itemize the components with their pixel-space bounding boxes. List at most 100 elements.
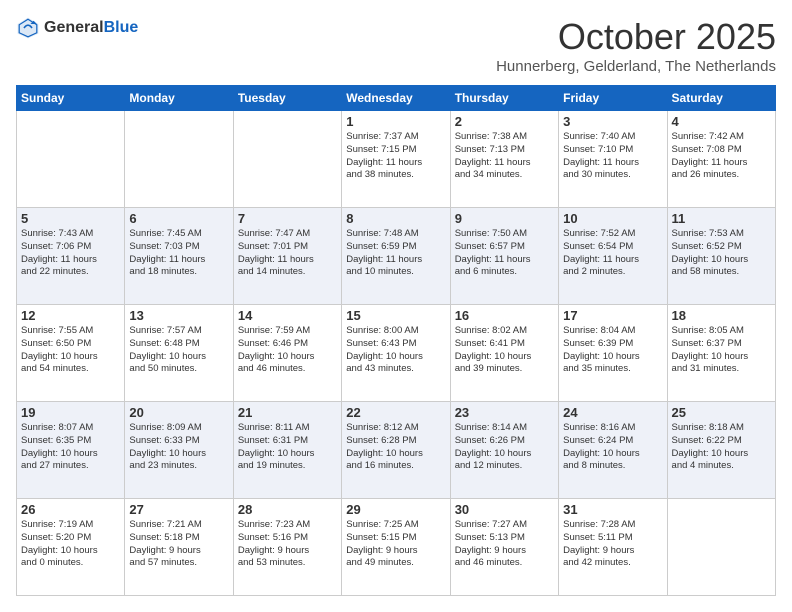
cell-day-number: 12 <box>21 308 120 323</box>
cell-day-info: Sunrise: 8:07 AM Sunset: 6:35 PM Dayligh… <box>21 422 120 473</box>
cell-day-number: 25 <box>672 405 771 420</box>
cell-day-number: 1 <box>346 114 445 129</box>
cell-day-info: Sunrise: 7:23 AM Sunset: 5:16 PM Dayligh… <box>238 519 337 570</box>
location: Hunnerberg, Gelderland, The Netherlands <box>496 58 776 75</box>
table-row: 1 Sunrise: 7:37 AM Sunset: 7:15 PM Daylig… <box>342 111 450 208</box>
cell-day-info: Sunrise: 8:02 AM Sunset: 6:41 PM Dayligh… <box>455 325 554 376</box>
table-row: 5 Sunrise: 7:43 AM Sunset: 7:06 PM Daylig… <box>17 208 125 305</box>
cell-day-info: Sunrise: 7:37 AM Sunset: 7:15 PM Dayligh… <box>346 131 445 182</box>
cell-day-info: Sunrise: 7:42 AM Sunset: 7:08 PM Dayligh… <box>672 131 771 182</box>
calendar-week-row: 1 Sunrise: 7:37 AM Sunset: 7:15 PM Daylig… <box>17 111 776 208</box>
table-row: 30 Sunrise: 7:27 AM Sunset: 5:13 PM Dayli… <box>450 499 558 596</box>
cell-day-info: Sunrise: 7:45 AM Sunset: 7:03 PM Dayligh… <box>129 228 228 279</box>
table-row: 9Sunrise: 7:50 AM Sunset: 6:57 PM Daylig… <box>450 208 558 305</box>
table-row <box>667 499 775 596</box>
cell-day-info: Sunrise: 8:18 AM Sunset: 6:22 PM Dayligh… <box>672 422 771 473</box>
cell-day-info: Sunrise: 7:53 AM Sunset: 6:52 PM Dayligh… <box>672 228 771 279</box>
table-row: 4 Sunrise: 7:42 AM Sunset: 7:08 PM Daylig… <box>667 111 775 208</box>
table-row <box>17 111 125 208</box>
cell-day-number: 22 <box>346 405 445 420</box>
table-row: 14 Sunrise: 7:59 AM Sunset: 6:46 PM Dayli… <box>233 305 341 402</box>
cell-day-number: 3 <box>563 114 662 129</box>
cell-day-info: Sunrise: 7:40 AM Sunset: 7:10 PM Dayligh… <box>563 131 662 182</box>
cell-day-info: Sunrise: 8:05 AM Sunset: 6:37 PM Dayligh… <box>672 325 771 376</box>
cell-day-info: Sunrise: 8:14 AM Sunset: 6:26 PM Dayligh… <box>455 422 554 473</box>
table-row: 21Sunrise: 8:11 AM Sunset: 6:31 PM Dayli… <box>233 402 341 499</box>
cell-day-info: Sunrise: 7:27 AM Sunset: 5:13 PM Dayligh… <box>455 519 554 570</box>
cell-day-number: 27 <box>129 502 228 517</box>
calendar-week-row: 19Sunrise: 8:07 AM Sunset: 6:35 PM Dayli… <box>17 402 776 499</box>
table-row: 31 Sunrise: 7:28 AM Sunset: 5:11 PM Dayli… <box>559 499 667 596</box>
cell-day-info: Sunrise: 7:59 AM Sunset: 6:46 PM Dayligh… <box>238 325 337 376</box>
cell-day-info: Sunrise: 7:55 AM Sunset: 6:50 PM Dayligh… <box>21 325 120 376</box>
cell-day-number: 30 <box>455 502 554 517</box>
cell-day-info: Sunrise: 7:21 AM Sunset: 5:18 PM Dayligh… <box>129 519 228 570</box>
table-row: 13Sunrise: 7:57 AM Sunset: 6:48 PM Dayli… <box>125 305 233 402</box>
cell-day-number: 17 <box>563 308 662 323</box>
logo: GeneralBlue <box>16 16 138 40</box>
table-row: 17Sunrise: 8:04 AM Sunset: 6:39 PM Dayli… <box>559 305 667 402</box>
calendar-table: Sunday Monday Tuesday Wednesday Thursday… <box>16 85 776 596</box>
cell-day-number: 16 <box>455 308 554 323</box>
calendar-week-row: 5 Sunrise: 7:43 AM Sunset: 7:06 PM Daylig… <box>17 208 776 305</box>
cell-day-info: Sunrise: 7:28 AM Sunset: 5:11 PM Dayligh… <box>563 519 662 570</box>
cell-day-number: 15 <box>346 308 445 323</box>
cell-day-number: 4 <box>672 114 771 129</box>
cell-day-info: Sunrise: 7:50 AM Sunset: 6:57 PM Dayligh… <box>455 228 554 279</box>
table-row: 10 Sunrise: 7:52 AM Sunset: 6:54 PM Dayli… <box>559 208 667 305</box>
col-tuesday: Tuesday <box>233 86 341 111</box>
table-row: 18 Sunrise: 8:05 AM Sunset: 6:37 PM Dayli… <box>667 305 775 402</box>
table-row <box>125 111 233 208</box>
cell-day-number: 20 <box>129 405 228 420</box>
cell-day-info: Sunrise: 8:00 AM Sunset: 6:43 PM Dayligh… <box>346 325 445 376</box>
table-row: 15 Sunrise: 8:00 AM Sunset: 6:43 PM Dayli… <box>342 305 450 402</box>
table-row: 16 Sunrise: 8:02 AM Sunset: 6:41 PM Dayli… <box>450 305 558 402</box>
cell-day-info: Sunrise: 7:48 AM Sunset: 6:59 PM Dayligh… <box>346 228 445 279</box>
cell-day-number: 24 <box>563 405 662 420</box>
table-row: 7Sunrise: 7:47 AM Sunset: 7:01 PM Daylig… <box>233 208 341 305</box>
table-row: 22 Sunrise: 8:12 AM Sunset: 6:28 PM Dayli… <box>342 402 450 499</box>
cell-day-number: 23 <box>455 405 554 420</box>
cell-day-number: 28 <box>238 502 337 517</box>
logo-text: GeneralBlue <box>44 19 138 37</box>
cell-day-number: 21 <box>238 405 337 420</box>
cell-day-number: 31 <box>563 502 662 517</box>
table-row: 27 Sunrise: 7:21 AM Sunset: 5:18 PM Dayli… <box>125 499 233 596</box>
table-row: 19Sunrise: 8:07 AM Sunset: 6:35 PM Dayli… <box>17 402 125 499</box>
table-row: 29 Sunrise: 7:25 AM Sunset: 5:15 PM Dayli… <box>342 499 450 596</box>
cell-day-number: 18 <box>672 308 771 323</box>
col-wednesday: Wednesday <box>342 86 450 111</box>
cell-day-info: Sunrise: 8:12 AM Sunset: 6:28 PM Dayligh… <box>346 422 445 473</box>
cell-day-number: 26 <box>21 502 120 517</box>
col-monday: Monday <box>125 86 233 111</box>
cell-day-info: Sunrise: 7:19 AM Sunset: 5:20 PM Dayligh… <box>21 519 120 570</box>
table-row: 3 Sunrise: 7:40 AM Sunset: 7:10 PM Daylig… <box>559 111 667 208</box>
cell-day-number: 10 <box>563 211 662 226</box>
table-row: 25 Sunrise: 8:18 AM Sunset: 6:22 PM Dayli… <box>667 402 775 499</box>
table-row: 20Sunrise: 8:09 AM Sunset: 6:33 PM Dayli… <box>125 402 233 499</box>
col-sunday: Sunday <box>17 86 125 111</box>
calendar-week-row: 12 Sunrise: 7:55 AM Sunset: 6:50 PM Dayli… <box>17 305 776 402</box>
cell-day-info: Sunrise: 7:43 AM Sunset: 7:06 PM Dayligh… <box>21 228 120 279</box>
cell-day-info: Sunrise: 7:38 AM Sunset: 7:13 PM Dayligh… <box>455 131 554 182</box>
table-row: 8 Sunrise: 7:48 AM Sunset: 6:59 PM Daylig… <box>342 208 450 305</box>
cell-day-number: 29 <box>346 502 445 517</box>
col-thursday: Thursday <box>450 86 558 111</box>
col-saturday: Saturday <box>667 86 775 111</box>
cell-day-number: 2 <box>455 114 554 129</box>
cell-day-number: 8 <box>346 211 445 226</box>
cell-day-number: 5 <box>21 211 120 226</box>
table-row: 26 Sunrise: 7:19 AM Sunset: 5:20 PM Dayli… <box>17 499 125 596</box>
table-row: 28 Sunrise: 7:23 AM Sunset: 5:16 PM Dayli… <box>233 499 341 596</box>
cell-day-info: Sunrise: 7:57 AM Sunset: 6:48 PM Dayligh… <box>129 325 228 376</box>
table-row <box>233 111 341 208</box>
header: GeneralBlue October 2025 Hunnerberg, Gel… <box>16 16 776 75</box>
cell-day-number: 14 <box>238 308 337 323</box>
cell-day-info: Sunrise: 7:25 AM Sunset: 5:15 PM Dayligh… <box>346 519 445 570</box>
cell-day-number: 7 <box>238 211 337 226</box>
cell-day-info: Sunrise: 7:52 AM Sunset: 6:54 PM Dayligh… <box>563 228 662 279</box>
calendar-week-row: 26 Sunrise: 7:19 AM Sunset: 5:20 PM Dayli… <box>17 499 776 596</box>
table-row: 6Sunrise: 7:45 AM Sunset: 7:03 PM Daylig… <box>125 208 233 305</box>
table-row: 11 Sunrise: 7:53 AM Sunset: 6:52 PM Dayli… <box>667 208 775 305</box>
cell-day-number: 11 <box>672 211 771 226</box>
